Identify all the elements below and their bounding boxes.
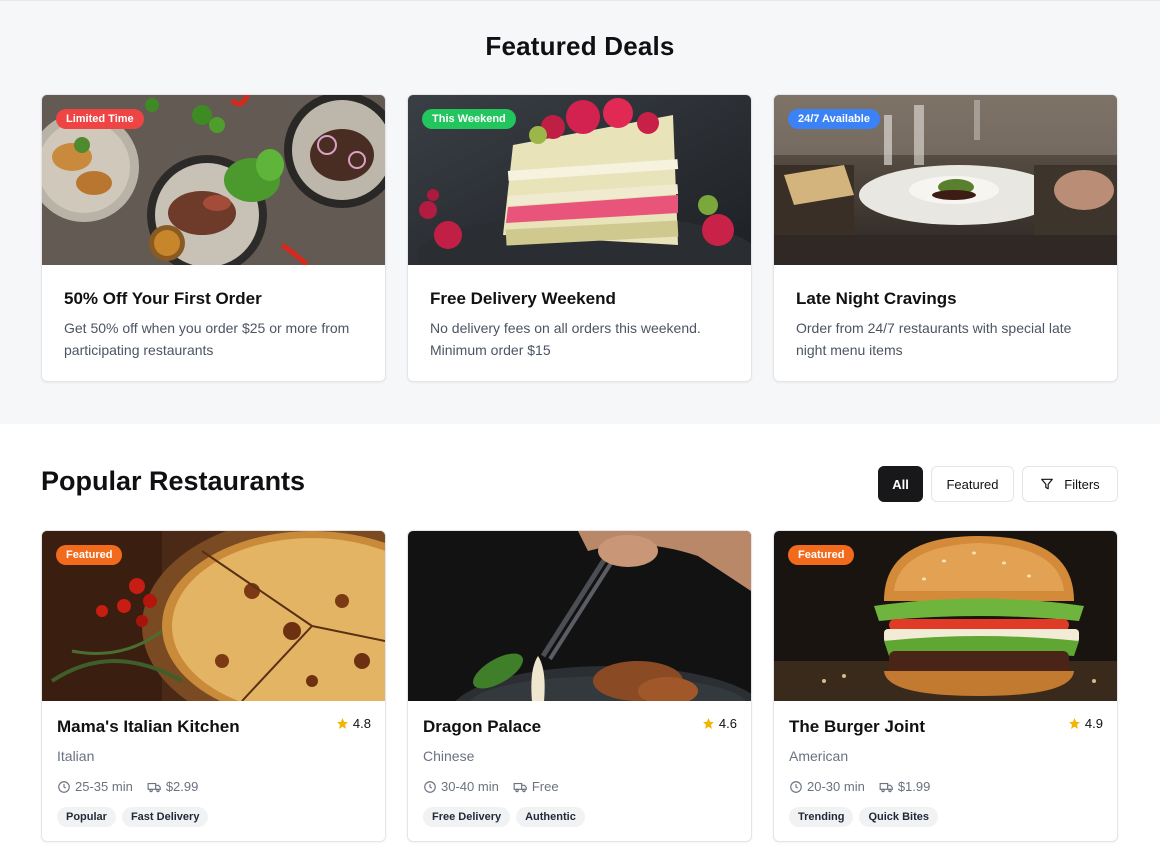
deal-title: Late Night Cravings bbox=[796, 289, 957, 308]
popular-restaurants-title: Popular Restaurants bbox=[41, 466, 306, 496]
restaurant-image-noodles bbox=[408, 531, 751, 701]
tag: Quick Bites bbox=[859, 807, 938, 827]
deal-badge: Limited Time bbox=[56, 109, 144, 129]
rating-value: 4.9 bbox=[1084, 716, 1103, 731]
delivery-meta: 20-30 min $1.99 bbox=[789, 779, 930, 794]
delivery-meta: 30-40 min Free bbox=[423, 779, 559, 794]
filter-bar: All Featured Filters bbox=[878, 466, 1118, 502]
restaurant-name: Dragon Palace bbox=[423, 717, 542, 736]
restaurant-name: Mama's Italian Kitchen bbox=[57, 717, 240, 736]
cuisine-label: Chinese bbox=[423, 748, 475, 764]
featured-deals-section: Featured Deals Limited Time 50% Off Your… bbox=[0, 0, 1160, 424]
cuisine-label: American bbox=[789, 748, 849, 764]
restaurant-card[interactable]: Featured Mama's Italian Kitchen 4.8 Ital… bbox=[41, 530, 386, 842]
deal-description: Order from 24/7 restaurants with special… bbox=[796, 320, 1072, 358]
deal-card[interactable]: 24/7 Available Late Night Cravings Order… bbox=[773, 94, 1118, 382]
rating: 4.9 bbox=[1068, 716, 1103, 731]
tag: Fast Delivery bbox=[121, 807, 209, 827]
restaurant-image-burger: Featured bbox=[774, 531, 1117, 701]
rating: 4.6 bbox=[702, 716, 737, 731]
truck-icon bbox=[147, 782, 161, 792]
rating-value: 4.8 bbox=[352, 716, 371, 731]
deal-title: Free Delivery Weekend bbox=[430, 289, 616, 308]
deal-badge: This Weekend bbox=[422, 109, 516, 129]
filter-all-button[interactable]: All bbox=[878, 466, 923, 502]
truck-icon bbox=[513, 782, 527, 792]
restaurant-card[interactable]: Featured The Burger Joint 4.9 American 2… bbox=[773, 530, 1118, 842]
restaurant-name: The Burger Joint bbox=[789, 717, 926, 736]
featured-badge: Featured bbox=[56, 545, 123, 565]
deal-card[interactable]: Limited Time 50% Off Your First Order Ge… bbox=[41, 94, 386, 382]
delivery-fee: $1.99 bbox=[897, 779, 931, 794]
star-icon bbox=[337, 718, 348, 729]
rating: 4.8 bbox=[336, 716, 371, 731]
deal-title: 50% Off Your First Order bbox=[64, 289, 262, 308]
deal-image-restaurant-table: 24/7 Available bbox=[774, 95, 1117, 265]
featured-deals-title: Featured Deals bbox=[485, 31, 675, 61]
deal-image-cake: This Weekend bbox=[408, 95, 751, 265]
featured-badge: Featured bbox=[788, 545, 855, 565]
delivery-meta: 25-35 min $2.99 bbox=[57, 779, 198, 794]
truck-icon bbox=[879, 782, 893, 792]
star-icon bbox=[703, 718, 714, 729]
rating-value: 4.6 bbox=[718, 716, 737, 731]
filter-funnel-icon bbox=[1041, 478, 1054, 490]
cuisine-label: Italian bbox=[57, 748, 95, 764]
filters-button[interactable]: Filters bbox=[1022, 466, 1118, 502]
delivery-fee: Free bbox=[531, 779, 559, 794]
tag: Free Delivery bbox=[423, 807, 511, 827]
deal-description: Get 50% off when you order $25 or more f… bbox=[64, 320, 350, 358]
clock-icon bbox=[790, 780, 802, 793]
star-icon bbox=[1069, 718, 1080, 729]
deal-image-food-platter: Limited Time bbox=[42, 95, 385, 265]
tag: Trending bbox=[789, 807, 854, 827]
deal-description: No delivery fees on all orders this week… bbox=[430, 320, 701, 358]
restaurant-image-pizza: Featured bbox=[42, 531, 385, 701]
delivery-fee: $2.99 bbox=[165, 779, 199, 794]
tag-list: Popular Fast Delivery bbox=[57, 807, 209, 827]
restaurant-card[interactable]: Dragon Palace 4.6 Chinese 30-40 min Free… bbox=[407, 530, 752, 842]
tag-list: Trending Quick Bites bbox=[789, 807, 938, 827]
clock-icon bbox=[424, 780, 436, 793]
tag-list: Free Delivery Authentic bbox=[423, 807, 585, 827]
tag: Authentic bbox=[516, 807, 585, 827]
deal-badge: 24/7 Available bbox=[788, 109, 880, 129]
delivery-time: 30-40 min bbox=[441, 779, 499, 794]
filters-label: Filters bbox=[1064, 476, 1100, 492]
filter-featured-button[interactable]: Featured bbox=[931, 466, 1014, 502]
clock-icon bbox=[58, 780, 70, 793]
tag: Popular bbox=[57, 807, 116, 827]
delivery-time: 25-35 min bbox=[75, 779, 133, 794]
delivery-time: 20-30 min bbox=[807, 779, 865, 794]
deal-card[interactable]: This Weekend Free Delivery Weekend No de… bbox=[407, 94, 752, 382]
